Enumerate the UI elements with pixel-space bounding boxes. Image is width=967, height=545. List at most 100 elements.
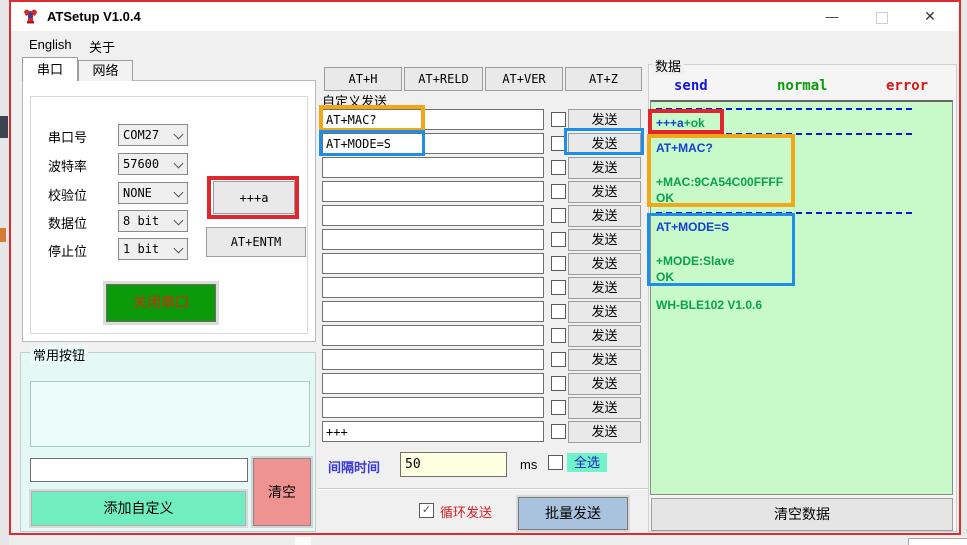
at-z-button[interactable]: AT+Z — [565, 67, 642, 91]
send-button[interactable]: 发送 — [568, 397, 641, 419]
row-checkbox[interactable] — [551, 184, 566, 199]
row-checkbox[interactable] — [551, 136, 566, 151]
command-row: 发送 — [322, 205, 644, 229]
select-all-checkbox[interactable] — [548, 455, 563, 470]
row-checkbox[interactable] — [551, 208, 566, 223]
command-row: 发送 — [322, 109, 644, 133]
close-port-button[interactable]: 关闭串口 — [106, 284, 216, 322]
tab-network[interactable]: 网络 — [78, 60, 133, 81]
command-row: 发送 — [322, 181, 644, 205]
desktop-icon-fragment — [0, 116, 8, 138]
parity-label: 校验位 — [48, 188, 88, 203]
command-row: 发送 — [322, 301, 644, 325]
command-input[interactable] — [322, 157, 544, 178]
command-input[interactable] — [322, 205, 544, 226]
row-checkbox[interactable] — [551, 160, 566, 175]
stopbits-label: 停止位 — [48, 244, 88, 259]
background-window-edge — [9, 535, 967, 545]
device-info-text: WH-BLE102 V1.0.6 — [656, 298, 763, 312]
add-custom-button[interactable]: 添加自定义 — [31, 491, 246, 526]
send-button[interactable]: 发送 — [568, 253, 641, 275]
command-input[interactable] — [322, 109, 544, 130]
close-button[interactable]: ✕ — [913, 2, 947, 31]
command-input[interactable] — [322, 421, 544, 442]
command-input[interactable] — [322, 277, 544, 298]
at-ver-button[interactable]: AT+VER — [485, 67, 563, 91]
app-logo-icon — [24, 9, 37, 24]
parity-select[interactable]: NONE — [118, 182, 188, 204]
command-input[interactable] — [322, 397, 544, 418]
command-input[interactable] — [322, 133, 544, 154]
row-checkbox[interactable] — [551, 328, 566, 343]
batch-send-button[interactable]: 批量发送 — [518, 497, 628, 530]
menu-about[interactable]: 关于 — [83, 35, 121, 58]
command-row: 发送 — [322, 157, 644, 181]
tab-serial[interactable]: 串口 — [22, 57, 78, 81]
command-row: 发送 — [322, 133, 644, 157]
minimize-button[interactable]: — — [815, 2, 849, 31]
send-button[interactable]: 发送 — [568, 157, 641, 179]
interval-input[interactable] — [400, 452, 507, 477]
entm-command-button[interactable]: AT+ENTM — [206, 227, 306, 257]
command-input[interactable] — [322, 253, 544, 274]
stopbits-select[interactable]: 1 bit — [118, 238, 188, 260]
row-checkbox[interactable] — [551, 400, 566, 415]
send-button[interactable]: 发送 — [568, 133, 641, 155]
baud-label: 波特率 — [48, 159, 88, 174]
menu-english[interactable]: English — [23, 35, 78, 54]
data-log[interactable]: +++a+ok AT+MAC? +MAC:9CA54C00FFFF OK AT+… — [650, 100, 953, 495]
command-input[interactable] — [322, 349, 544, 370]
baud-select[interactable]: 57600 — [118, 153, 188, 175]
data-group-label: 数据 — [652, 56, 685, 75]
clear-common-button[interactable]: 清空 — [253, 458, 311, 526]
clear-data-button[interactable]: 清空数据 — [651, 498, 953, 531]
command-row: 发送 — [322, 349, 644, 373]
interval-unit: ms — [520, 457, 538, 472]
common-buttons-label: 常用按钮 — [30, 345, 89, 364]
command-row: 发送 — [322, 373, 644, 397]
send-button[interactable]: 发送 — [568, 109, 641, 131]
send-button[interactable]: 发送 — [568, 229, 641, 251]
send-button[interactable]: 发送 — [568, 205, 641, 227]
send-button[interactable]: 发送 — [568, 181, 641, 203]
baud-value: 57600 — [123, 157, 160, 171]
command-input[interactable] — [322, 373, 544, 394]
send-button[interactable]: 发送 — [568, 277, 641, 299]
row-checkbox[interactable] — [551, 232, 566, 247]
row-checkbox[interactable] — [551, 112, 566, 127]
legend-error: error — [886, 78, 929, 94]
divider — [318, 488, 648, 490]
send-button[interactable]: 发送 — [568, 325, 641, 347]
row-checkbox[interactable] — [551, 256, 566, 271]
send-button[interactable]: 发送 — [568, 421, 641, 443]
custom-name-input[interactable] — [30, 458, 248, 482]
port-select[interactable]: COM27 — [118, 124, 188, 146]
row-checkbox[interactable] — [551, 352, 566, 367]
command-row: 发送 — [322, 397, 644, 421]
row-checkbox[interactable] — [551, 304, 566, 319]
loop-send-checkbox[interactable]: ✓ — [419, 503, 434, 518]
maximize-button[interactable] — [865, 2, 899, 31]
custom-send-rows: 发送 发送 发送 发送 发送 发送 发送 — [322, 109, 644, 445]
send-button[interactable]: 发送 — [568, 373, 641, 395]
row-checkbox[interactable] — [551, 424, 566, 439]
command-input[interactable] — [322, 181, 544, 202]
at-h-button[interactable]: AT+H — [324, 67, 402, 91]
log-sent-text: AT+MODE=S — [656, 220, 730, 234]
at-reld-button[interactable]: AT+RELD — [404, 67, 483, 91]
command-row: 发送 — [322, 229, 644, 253]
command-input[interactable] — [322, 301, 544, 322]
port-label: 串口号 — [48, 130, 88, 145]
log-response-text: +MAC:9CA54C00FFFF — [656, 175, 784, 189]
command-input[interactable] — [322, 325, 544, 346]
common-buttons-list[interactable] — [30, 381, 310, 447]
command-input[interactable] — [322, 229, 544, 250]
send-button[interactable]: 发送 — [568, 349, 641, 371]
send-button[interactable]: 发送 — [568, 301, 641, 323]
row-checkbox[interactable] — [551, 280, 566, 295]
escape-command-button[interactable]: +++a — [213, 181, 295, 214]
row-checkbox[interactable] — [551, 376, 566, 391]
interval-label: 间隔时间 — [328, 460, 381, 475]
log-sent-text: AT+MAC? — [656, 141, 713, 155]
databits-select[interactable]: 8 bit — [118, 210, 188, 232]
